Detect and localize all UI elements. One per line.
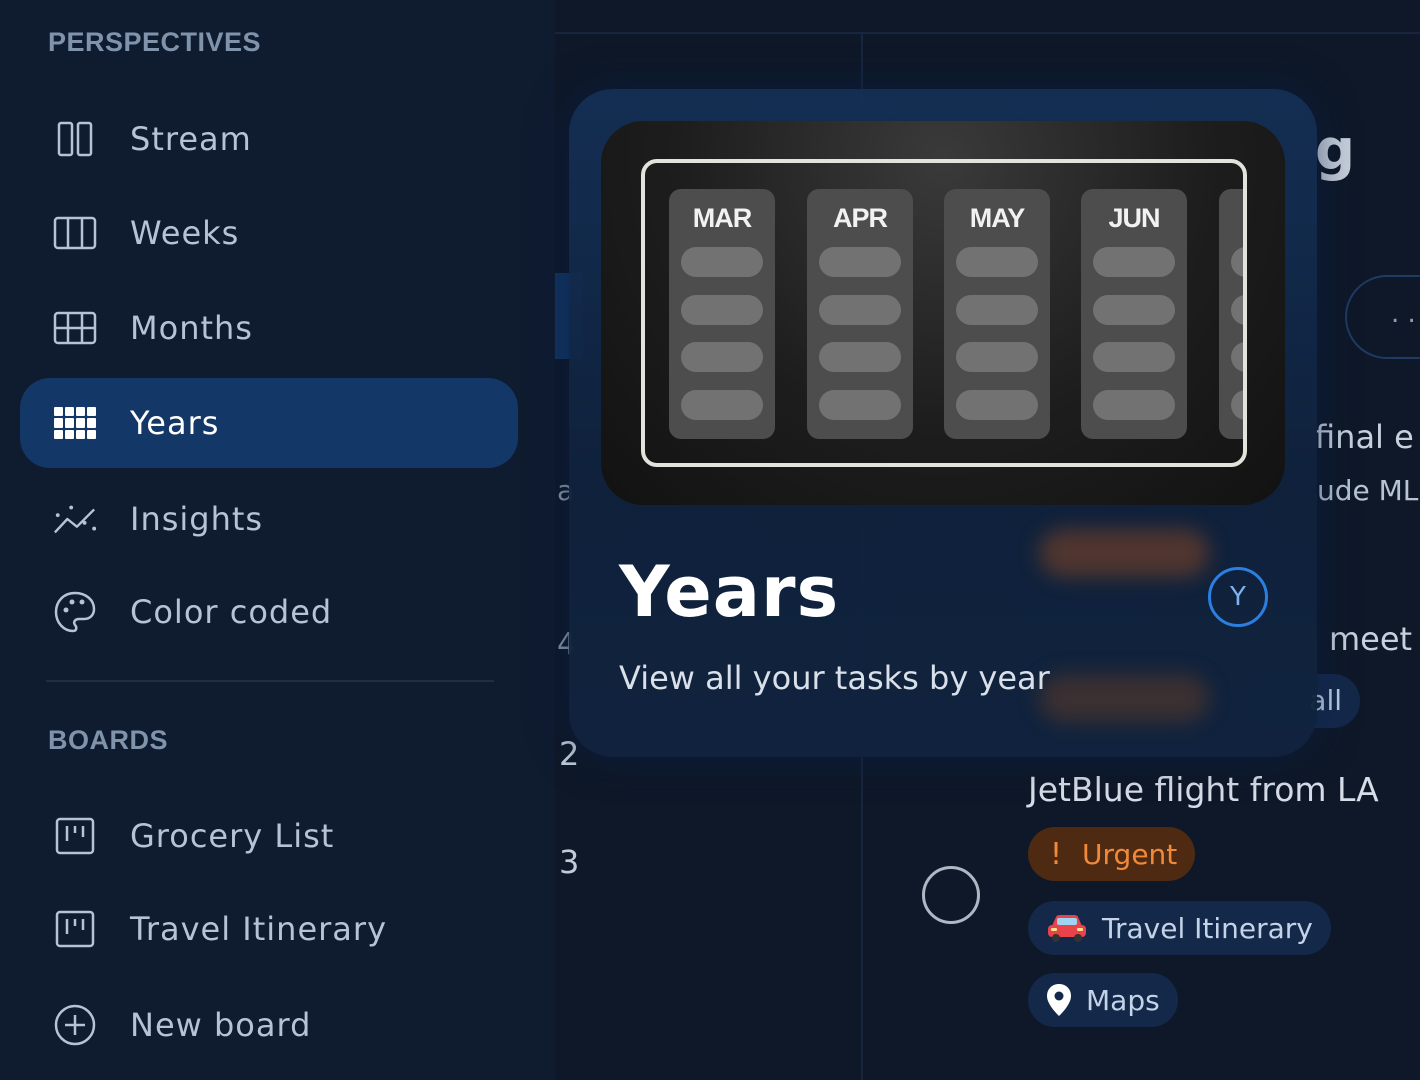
month-column-partial — [1219, 189, 1243, 439]
sidebar-divider — [46, 680, 494, 682]
month-label: APR — [832, 203, 888, 233]
task-title[interactable]: JetBlue flight from LA — [1028, 770, 1379, 809]
sidebar-item-label: Insights — [130, 500, 264, 538]
sidebar-item-label: Grocery List — [130, 817, 335, 855]
header-divider — [555, 32, 1420, 34]
options-pill[interactable]: . . — [1345, 275, 1420, 359]
car-icon — [1046, 912, 1088, 944]
preview-frame: MAR APR MAY JUN — [641, 159, 1247, 467]
months-icon — [52, 305, 98, 351]
new-board-button[interactable]: New board — [20, 980, 518, 1070]
stream-icon — [52, 116, 98, 162]
sidebar-item-months[interactable]: Months — [20, 283, 518, 373]
row-number: 2 — [559, 735, 580, 773]
years-tooltip: MAR APR MAY JUN Years Y View all your ta… — [569, 89, 1317, 757]
urgent-tag[interactable]: ! Urgent — [1028, 827, 1196, 881]
task-subtitle-fragment: ude ML — [1317, 474, 1419, 507]
perspectives-heading: PERSPECTIVES — [48, 27, 262, 57]
boards-heading: BOARDS — [48, 725, 169, 755]
task-title-fragment: meet — [1329, 620, 1413, 658]
background-glow — [1039, 674, 1209, 722]
sidebar-item-insights[interactable]: Insights — [20, 474, 518, 564]
board-icon — [52, 813, 98, 859]
tooltip-description: View all your tasks by year — [619, 659, 1050, 697]
month-label: JUN — [1108, 203, 1160, 233]
page-title-fragment: g — [1315, 118, 1356, 183]
month-label: MAR — [692, 203, 753, 233]
month-column: MAY — [944, 189, 1050, 439]
board-icon — [52, 906, 98, 952]
options-pill-label: . . — [1391, 299, 1416, 329]
month-column: MAR — [669, 189, 775, 439]
tooltip-title: Years — [619, 551, 840, 633]
sidebar-item-stream[interactable]: Stream — [20, 94, 518, 184]
years-icon — [52, 400, 98, 446]
sidebar-item-grocery-list[interactable]: Grocery List — [20, 791, 518, 881]
plus-circle-icon — [52, 1002, 98, 1048]
weeks-icon — [52, 210, 98, 256]
task-title-fragment: final e — [1315, 418, 1414, 456]
travel-itinerary-tag-label: Travel Itinerary — [1102, 911, 1313, 945]
row-number: 3 — [559, 843, 580, 881]
sidebar-item-label: Color coded — [130, 593, 333, 631]
travel-itinerary-tag[interactable]: Travel Itinerary — [1028, 901, 1331, 955]
background-glow — [1039, 529, 1209, 577]
sidebar-item-travel-itinerary[interactable]: Travel Itinerary — [20, 884, 518, 974]
month-label: MAY — [969, 203, 1026, 233]
map-pin-icon — [1046, 983, 1072, 1017]
keyboard-shortcut-badge: Y — [1208, 567, 1268, 627]
insights-icon — [52, 496, 98, 542]
sidebar-item-weeks[interactable]: Weeks — [20, 188, 518, 278]
task-checkbox[interactable] — [922, 866, 980, 924]
palette-icon — [52, 589, 98, 635]
sidebar-item-label: Stream — [130, 120, 252, 158]
maps-tag-label: Maps — [1086, 983, 1160, 1017]
sidebar-item-label: Travel Itinerary — [130, 910, 387, 948]
month-column: APR — [807, 189, 913, 439]
sidebar-item-years[interactable]: Years — [20, 378, 518, 468]
sidebar-item-label: Months — [130, 309, 253, 347]
sidebar: PERSPECTIVES Stream Weeks Months Years I… — [0, 0, 555, 1080]
sidebar-item-label: Years — [130, 404, 220, 442]
new-board-label: New board — [130, 1006, 312, 1044]
exclamation-icon: ! — [1050, 836, 1063, 872]
years-preview-illustration: MAR APR MAY JUN — [601, 121, 1285, 505]
urgent-tag-label: Urgent — [1082, 837, 1178, 871]
month-column: JUN — [1081, 189, 1187, 439]
sidebar-item-label: Weeks — [130, 214, 240, 252]
sidebar-item-color-coded[interactable]: Color coded — [20, 567, 518, 657]
maps-tag[interactable]: Maps — [1028, 973, 1178, 1027]
